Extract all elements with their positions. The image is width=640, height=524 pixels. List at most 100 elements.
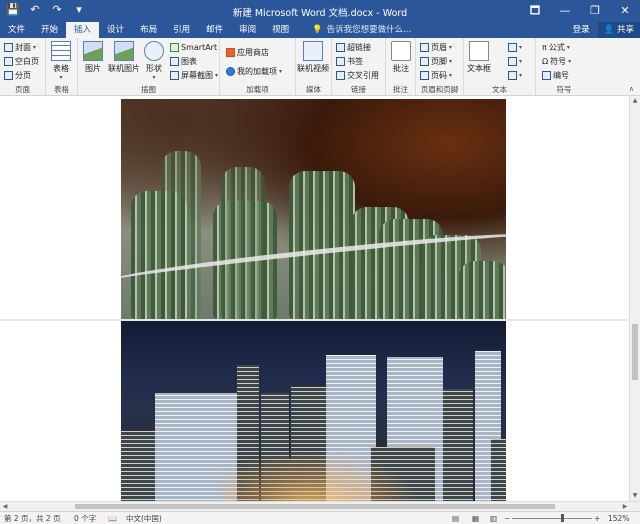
tab-design[interactable]: 设计 <box>99 22 132 38</box>
group-addins: 应用商店 我的加载项 ▾ 加载项 <box>220 38 296 96</box>
number-icon <box>542 70 551 80</box>
ribbon-display-icon[interactable]: 🗖 <box>520 0 550 22</box>
header-button[interactable]: 页眉 ▾ <box>420 41 452 53</box>
cross-reference-button[interactable]: 交叉引用 <box>336 69 379 81</box>
word-count[interactable]: 0 个字 <box>74 513 96 524</box>
zoom-in-button[interactable]: + <box>594 513 600 524</box>
table-icon <box>51 41 71 61</box>
horizontal-scroll-thumb[interactable] <box>75 504 555 509</box>
redo-icon[interactable]: ↷ <box>50 3 64 17</box>
group-label-links: 链接 <box>351 85 366 94</box>
zoom-level[interactable]: 152% <box>608 513 629 524</box>
footer-icon <box>420 56 429 66</box>
city-night-image[interactable] <box>121 321 506 501</box>
picture-button[interactable]: 图片 <box>83 41 103 74</box>
number-button[interactable]: 编号 <box>542 69 569 81</box>
window-title: 新建 Microsoft Word 文档.docx - Word <box>232 8 408 19</box>
online-picture-icon <box>114 41 134 61</box>
minimize-button[interactable]: — <box>550 0 580 22</box>
group-label-media: 媒体 <box>306 85 321 94</box>
footer-button[interactable]: 页脚 ▾ <box>420 55 452 67</box>
group-header-footer: 页眉 ▾ 页脚 ▾ 页码 ▾ 页眉和页脚 <box>416 38 464 96</box>
drop-cap-button[interactable]: ▾ <box>508 69 522 81</box>
scroll-up-icon[interactable]: ▲ <box>630 96 640 106</box>
online-picture-button[interactable]: 联机图片 <box>108 41 140 74</box>
omega-icon: Ω <box>542 56 549 66</box>
group-label-illustrations: 插图 <box>141 85 156 94</box>
customize-qat-icon[interactable]: ▾ <box>72 3 86 17</box>
close-button[interactable]: ✕ <box>610 0 640 22</box>
shapes-icon <box>144 41 164 61</box>
zoom-slider-knob[interactable] <box>561 514 564 522</box>
picture-icon <box>83 41 103 61</box>
screenshot-icon <box>170 70 179 80</box>
tab-file[interactable]: 文件 <box>0 22 33 38</box>
bookmark-icon <box>336 56 345 66</box>
my-addins-icon <box>226 66 235 76</box>
smartart-button[interactable]: SmartArt <box>170 41 217 53</box>
online-video-icon <box>303 41 323 61</box>
bookmark-button[interactable]: 书签 <box>336 55 363 67</box>
screenshot-button[interactable]: 屏幕截图 ▾ <box>170 69 218 81</box>
hyperlink-button[interactable]: 超链接 <box>336 41 371 53</box>
quick-parts-button[interactable]: ▾ <box>508 41 522 53</box>
chart-button[interactable]: 图表 <box>170 55 197 67</box>
tab-home[interactable]: 开始 <box>33 22 66 38</box>
wordart-button[interactable]: ▾ <box>508 55 522 67</box>
group-symbols: π 公式 ▾ Ω 符号 ▾ 编号 符号 <box>536 38 592 96</box>
scroll-down-icon[interactable]: ▼ <box>630 491 640 501</box>
share-button[interactable]: 👤 共享 <box>597 22 640 38</box>
page-number-button[interactable]: 页码 ▾ <box>420 69 452 81</box>
tell-me-placeholder: 告诉我您想要做什么... <box>326 25 412 35</box>
horizontal-scrollbar[interactable]: ◀ ▶ <box>0 501 640 511</box>
symbol-button[interactable]: Ω 符号 ▾ <box>542 55 571 67</box>
online-video-button[interactable]: 联机视频 <box>297 41 329 74</box>
store-button[interactable]: 应用商店 <box>226 46 269 58</box>
zoom-out-button[interactable]: − <box>504 513 510 524</box>
drop-cap-icon <box>508 70 517 80</box>
group-links: 超链接 书签 交叉引用 链接 <box>332 38 386 96</box>
undo-icon[interactable]: ↶ <box>28 3 42 17</box>
tab-review[interactable]: 审阅 <box>231 22 264 38</box>
language-indicator[interactable]: 中文(中国) <box>126 513 162 524</box>
cross-reference-icon <box>336 70 345 80</box>
group-label-addins: 加载项 <box>246 85 269 94</box>
document-area[interactable] <box>0 96 629 501</box>
tab-view[interactable]: 视图 <box>264 22 297 38</box>
proofing-icon[interactable]: 📖 <box>108 513 117 524</box>
tab-insert[interactable]: 插入 <box>66 22 100 38</box>
table-button[interactable]: 表格 ▾ <box>51 41 71 81</box>
tab-references[interactable]: 引用 <box>165 22 198 38</box>
group-illustrations: 图片 联机图片 形状 ▾ SmartArt 图表 屏幕截图 ▾ 插图 <box>78 38 220 96</box>
print-layout-icon[interactable]: ▦ <box>472 513 479 524</box>
textbox-button[interactable]: 文本框 <box>467 41 491 74</box>
tab-mailings[interactable]: 邮件 <box>198 22 231 38</box>
restore-button[interactable]: ❐ <box>580 0 610 22</box>
save-icon[interactable]: 💾 <box>6 3 20 17</box>
web-layout-icon[interactable]: ▥ <box>490 513 497 524</box>
group-text: 文本框 ▾ ▾ ▾ 文本 <box>464 38 536 96</box>
cactus-image[interactable] <box>121 99 506 319</box>
page-count[interactable]: 第 2 页，共 2 页 <box>4 513 61 524</box>
blank-page-button[interactable]: 空白页 <box>4 55 39 67</box>
vertical-scrollbar[interactable]: ▲ ▼ <box>629 96 640 501</box>
tab-layout[interactable]: 布局 <box>132 22 165 38</box>
title-bar: 💾 ↶ ↷ ▾ 新建 Microsoft Word 文档.docx - Word… <box>0 0 640 22</box>
page-break-button[interactable]: 分页 <box>4 69 31 81</box>
shapes-button[interactable]: 形状 ▾ <box>144 41 164 81</box>
zoom-slider[interactable] <box>512 518 592 519</box>
my-addins-button[interactable]: 我的加载项 ▾ <box>226 65 282 77</box>
store-icon <box>226 47 235 57</box>
read-mode-icon[interactable]: ▤ <box>452 513 459 524</box>
cover-page-button[interactable]: 封面 ▾ <box>4 41 36 53</box>
collapse-ribbon-icon[interactable]: ∧ <box>629 85 634 93</box>
status-bar: 第 2 页，共 2 页 0 个字 📖 中文(中国) ▤ ▦ ▥ − + 152% <box>0 511 640 524</box>
sign-in-link[interactable]: 登录 <box>565 22 598 38</box>
cover-page-icon <box>4 42 13 52</box>
vertical-scroll-thumb[interactable] <box>632 324 638 380</box>
smartart-icon <box>170 42 179 52</box>
tell-me-search[interactable]: 💡 告诉我您想要做什么... <box>312 24 411 36</box>
equation-button[interactable]: π 公式 ▾ <box>542 41 570 53</box>
comment-button[interactable]: 批注 <box>391 41 411 74</box>
wordart-icon <box>508 56 517 66</box>
